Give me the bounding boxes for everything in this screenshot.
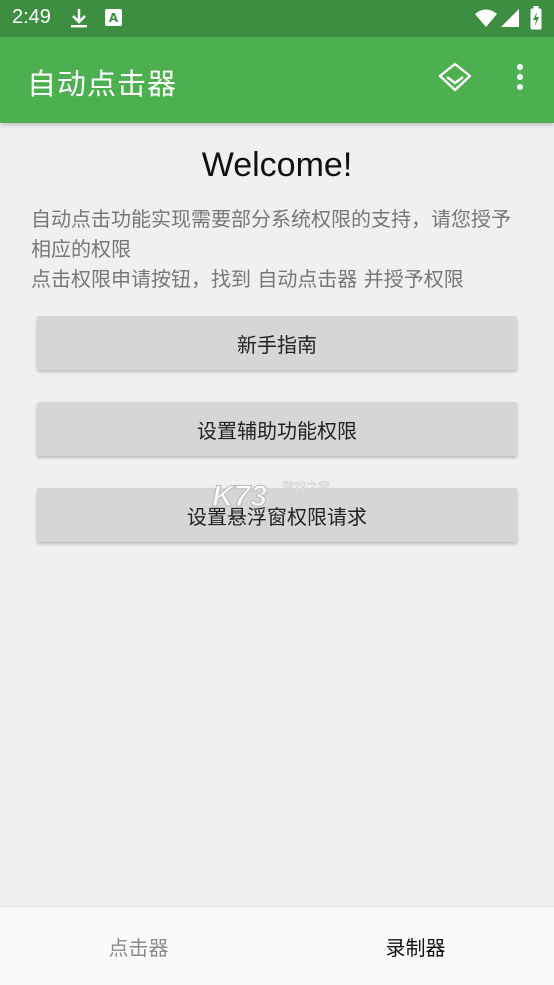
permission-description: 自动点击功能实现需要部分系统权限的支持，请您授予相应的权限 点击权限申请按钮，找… <box>31 204 521 294</box>
premium-button[interactable] <box>435 59 475 99</box>
app-title: 自动点击器 <box>27 67 178 101</box>
more-options-button[interactable] <box>500 59 540 99</box>
k73-watermark: K73 游戏之家 <box>212 476 342 514</box>
svg-text:A: A <box>109 11 119 25</box>
status-bar: 2:49 A <box>0 0 554 37</box>
font-app-icon: A <box>104 7 124 31</box>
watermark-tagline: 游戏之家 <box>282 479 330 494</box>
bottom-navigation: 点击器 录制器 <box>0 906 554 985</box>
description-line-1: 自动点击功能实现需要部分系统权限的支持，请您授予相应的权限 <box>31 207 511 261</box>
download-icon <box>68 7 90 33</box>
beginner-guide-button[interactable]: 新手指南 <box>37 316 517 370</box>
tab-recorder[interactable]: 录制器 <box>277 907 554 985</box>
watermark-brand: K73 <box>212 480 267 512</box>
wifi-icon <box>474 8 498 32</box>
welcome-heading: Welcome! <box>201 146 353 184</box>
battery-icon <box>530 6 542 34</box>
accessibility-permission-button[interactable]: 设置辅助功能权限 <box>37 402 517 456</box>
diamond-icon <box>438 62 472 96</box>
more-vert-icon <box>516 63 524 95</box>
signal-icon <box>500 8 520 32</box>
description-line-2: 点击权限申请按钮，找到 自动点击器 并授予权限 <box>31 267 464 291</box>
app-bar: 自动点击器 <box>0 37 554 123</box>
tab-clicker[interactable]: 点击器 <box>0 907 277 985</box>
status-time: 2:49 <box>12 6 51 28</box>
